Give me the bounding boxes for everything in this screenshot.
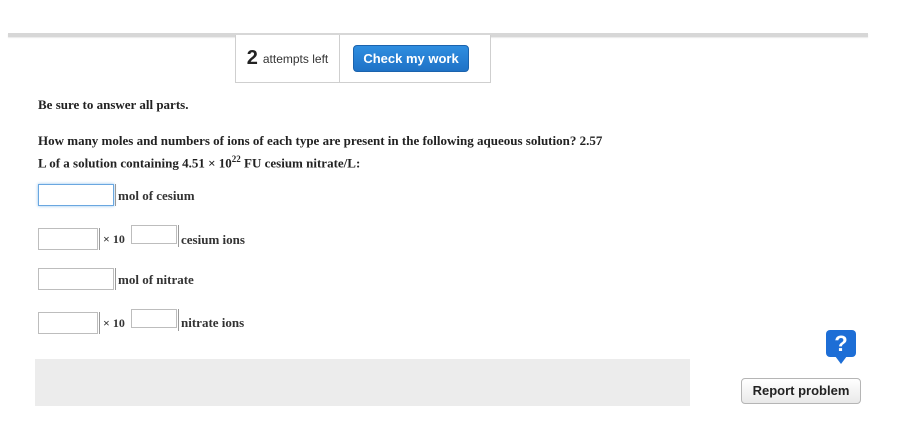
- mol-cesium-input[interactable]: [38, 184, 114, 206]
- cesium-ions-label: cesium ions: [181, 232, 245, 247]
- times-ten-label-2: × 10: [103, 316, 125, 330]
- attempts-label: attempts left: [262, 51, 329, 66]
- cesium-ions-mantissa-input[interactable]: [38, 228, 98, 250]
- nitrate-ions-exponent-input[interactable]: [131, 309, 177, 328]
- instructions-text: Be sure to answer all parts.: [38, 97, 189, 112]
- question-line-2-post: FU cesium nitrate/L:: [240, 155, 361, 171]
- cesium-ions-exponent-input[interactable]: [131, 225, 177, 244]
- check-my-work-button[interactable]: Check my work: [353, 45, 469, 72]
- mol-nitrate-label: mol of nitrate: [118, 272, 194, 287]
- row2-divider: [99, 228, 100, 250]
- mol-nitrate-input[interactable]: [38, 268, 114, 290]
- row2-divider-2: [178, 225, 179, 247]
- nitrate-ions-mantissa-input[interactable]: [38, 312, 98, 334]
- row4-divider: [99, 312, 100, 334]
- row3-divider: [115, 268, 116, 290]
- question-line-1: How many moles and numbers of ions of ea…: [38, 133, 603, 148]
- nitrate-ions-label: nitrate ions: [181, 315, 245, 330]
- footer-bar: [35, 359, 690, 406]
- attempts-indicator: 2 attempts left: [235, 35, 340, 83]
- attempts-count: 2: [246, 47, 258, 69]
- question-text: How many moles and numbers of ions of ea…: [38, 131, 698, 172]
- question-exponent: 22: [231, 154, 241, 164]
- question-line-2-pre: L of a solution containing 4.51 × 10: [38, 155, 232, 171]
- report-problem-button[interactable]: Report problem: [741, 378, 861, 404]
- row1-divider: [115, 184, 116, 206]
- help-icon[interactable]: ?: [826, 330, 856, 364]
- row4-divider-2: [178, 309, 179, 331]
- times-ten-label: × 10: [103, 232, 125, 246]
- check-work-container: Check my work: [340, 35, 491, 83]
- mol-cesium-label: mol of cesium: [118, 188, 195, 203]
